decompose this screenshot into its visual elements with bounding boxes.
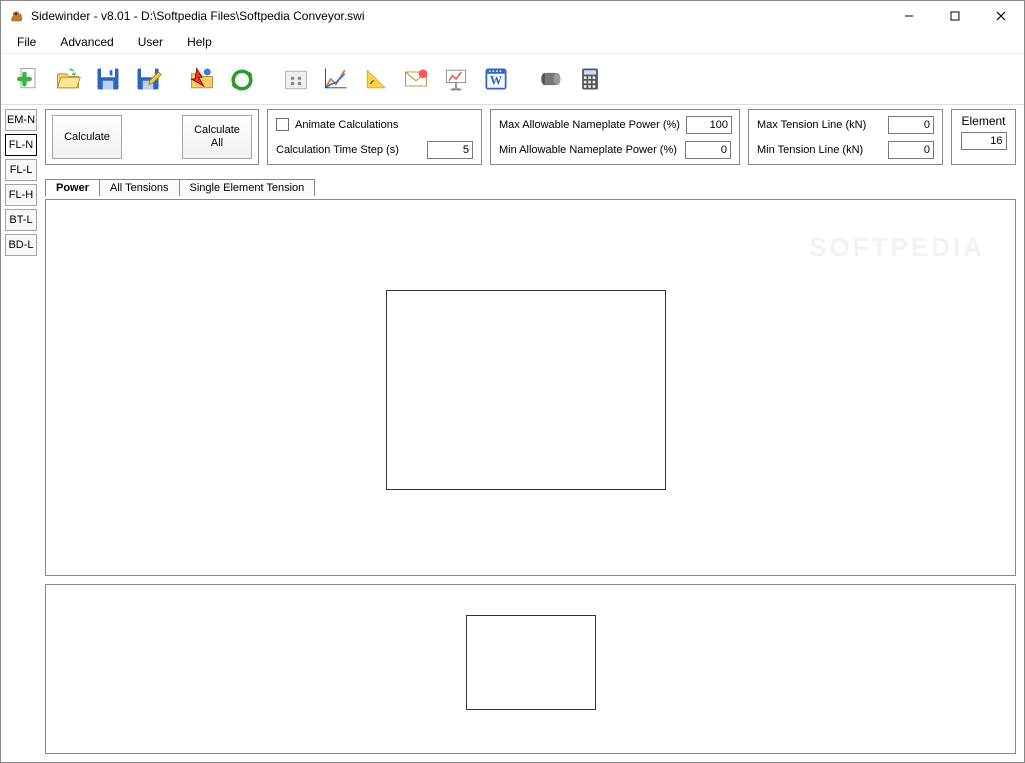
timestep-label: Calculation Time Step (s) — [276, 144, 399, 156]
side-tab-fl-h[interactable]: FL-H — [5, 184, 37, 206]
min-power-label: Min Allowable Nameplate Power (%) — [499, 144, 677, 156]
menu-help[interactable]: Help — [177, 33, 222, 51]
calculate-all-button[interactable]: Calculate All — [182, 115, 252, 159]
upper-plot-area: SOFTPEDIA — [45, 199, 1016, 576]
toolbar: W — [1, 53, 1024, 105]
max-power-input[interactable] — [686, 116, 732, 134]
chart-tabs: Power All Tensions Single Element Tensio… — [45, 173, 1016, 195]
tab-all-tensions[interactable]: All Tensions — [99, 179, 180, 196]
element-input[interactable] — [961, 132, 1007, 150]
animate-label: Animate Calculations — [295, 119, 398, 131]
roller-button[interactable] — [531, 57, 569, 101]
titlebar: Sidewinder - v8.01 - D:\Softpedia Files\… — [1, 1, 1024, 31]
watermark: SOFTPEDIA — [809, 232, 985, 263]
units-toggle-button[interactable] — [223, 57, 261, 101]
menu-user[interactable]: User — [128, 33, 173, 51]
lower-plot-placeholder — [466, 615, 596, 710]
menu-file[interactable]: File — [7, 33, 46, 51]
svg-text:W: W — [490, 73, 503, 87]
calculate-button[interactable]: Calculate — [52, 115, 122, 159]
max-tension-label: Max Tension Line (kN) — [757, 119, 866, 131]
side-tabs: EM-N FL-N FL-L FL-H BT-L BD-L — [1, 105, 41, 762]
app-icon — [9, 8, 25, 24]
max-tension-input[interactable] — [888, 116, 934, 134]
menu-advanced[interactable]: Advanced — [50, 33, 123, 51]
close-button[interactable] — [978, 1, 1024, 31]
open-button[interactable] — [49, 57, 87, 101]
animate-checkbox[interactable] — [276, 118, 289, 131]
presentation-button[interactable] — [437, 57, 475, 101]
upper-plot-placeholder — [386, 290, 666, 490]
element-label: Element — [961, 114, 1005, 128]
main-area: Calculate Calculate All Animate Calculat… — [41, 105, 1024, 762]
plot-button[interactable] — [317, 57, 355, 101]
word-export-button[interactable]: W — [477, 57, 515, 101]
min-tension-input[interactable] — [888, 141, 934, 159]
geometry-button[interactable] — [357, 57, 395, 101]
side-tab-em-n[interactable]: EM-N — [5, 109, 37, 131]
mail-button[interactable] — [397, 57, 435, 101]
lower-plot-area — [45, 584, 1016, 754]
side-tab-bt-l[interactable]: BT-L — [5, 209, 37, 231]
save-button[interactable] — [89, 57, 127, 101]
save-as-button[interactable] — [129, 57, 167, 101]
side-tab-bd-l[interactable]: BD-L — [5, 234, 37, 256]
app-launch-button[interactable] — [183, 57, 221, 101]
new-button[interactable] — [9, 57, 47, 101]
side-tab-fl-n[interactable]: FL-N — [5, 134, 37, 156]
minimize-button[interactable] — [886, 1, 932, 31]
timestep-input[interactable] — [427, 141, 473, 159]
maximize-button[interactable] — [932, 1, 978, 31]
loading-button[interactable] — [277, 57, 315, 101]
tab-single-element-tension[interactable]: Single Element Tension — [179, 179, 316, 196]
menubar: File Advanced User Help — [1, 31, 1024, 53]
window-title: Sidewinder - v8.01 - D:\Softpedia Files\… — [31, 9, 886, 23]
calculator-button[interactable] — [571, 57, 609, 101]
side-tab-fl-l[interactable]: FL-L — [5, 159, 37, 181]
min-tension-label: Min Tension Line (kN) — [757, 144, 863, 156]
min-power-input[interactable] — [685, 141, 731, 159]
tab-power[interactable]: Power — [45, 179, 100, 196]
max-power-label: Max Allowable Nameplate Power (%) — [499, 119, 680, 131]
